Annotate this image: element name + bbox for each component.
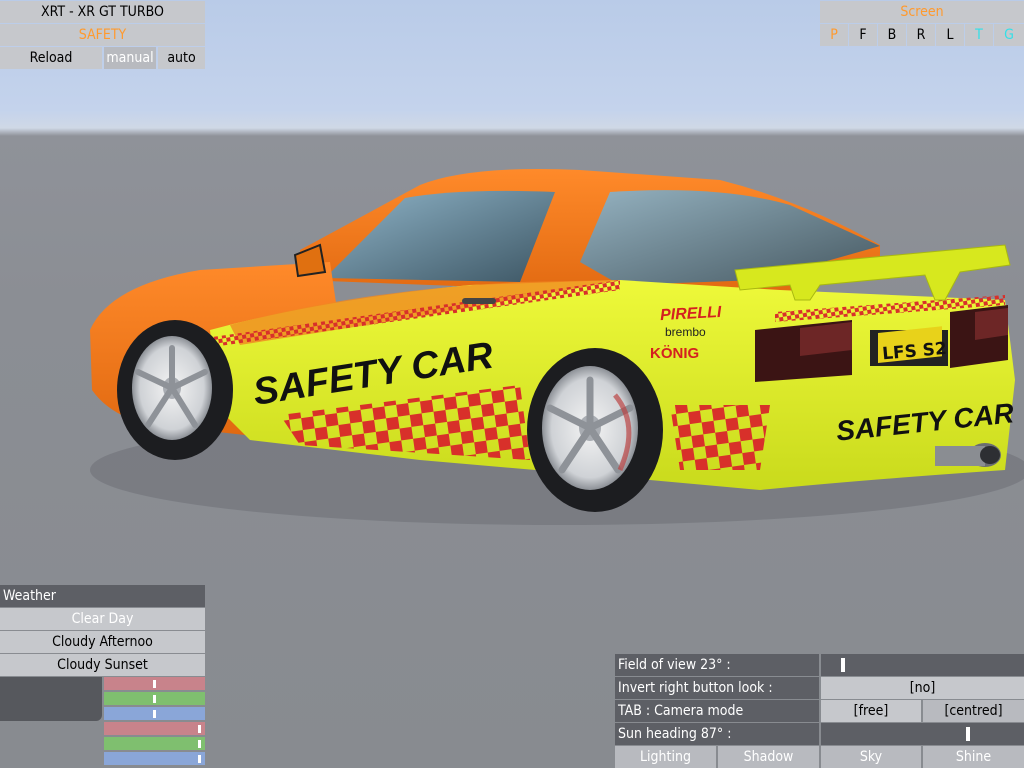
weather-option-clear-day[interactable]: Clear Day bbox=[0, 608, 205, 630]
tab-shine[interactable]: Shine bbox=[923, 746, 1024, 768]
weather-green-slider-knob[interactable] bbox=[198, 740, 201, 748]
tab-sky[interactable]: Sky bbox=[821, 746, 921, 768]
screen-button-l[interactable]: L bbox=[936, 24, 964, 46]
weather-green-slider-knob[interactable] bbox=[153, 695, 156, 703]
screen-button-g[interactable]: G bbox=[994, 24, 1024, 46]
car-panel: XRT - XR GT TURBO SAFETY Reload manual a… bbox=[0, 0, 205, 70]
sponsor-konig: KÖNIG bbox=[650, 345, 699, 362]
weather-red-slider-knob[interactable] bbox=[153, 680, 156, 688]
sun-heading-slider-knob[interactable] bbox=[966, 727, 970, 741]
sponsor-pirelli: PIRELLI bbox=[660, 304, 723, 324]
weather-color-swatch bbox=[0, 677, 102, 721]
weather-red-slider[interactable] bbox=[104, 677, 205, 690]
invert-look-label: Invert right button look : bbox=[615, 677, 819, 699]
fov-slider-knob[interactable] bbox=[841, 658, 845, 672]
screen-button-p[interactable]: P bbox=[820, 24, 848, 46]
tab-lighting[interactable]: Lighting bbox=[615, 746, 716, 768]
screen-panel: Screen P F B R L T G bbox=[820, 0, 1024, 46]
fov-label: Field of view 23° : bbox=[615, 654, 819, 676]
weather-blue-slider[interactable] bbox=[104, 752, 205, 765]
auto-button[interactable]: auto bbox=[158, 47, 205, 69]
sun-heading-slider[interactable] bbox=[821, 723, 1024, 745]
weather-blue-slider-knob[interactable] bbox=[153, 710, 156, 718]
weather-red-slider-knob[interactable] bbox=[198, 725, 201, 733]
fov-slider[interactable] bbox=[821, 654, 1024, 676]
side-mirror bbox=[293, 243, 327, 278]
weather-option-cloudy-afternoon[interactable]: Cloudy Afternoo bbox=[0, 631, 205, 653]
screen-button-f[interactable]: F bbox=[849, 24, 877, 46]
weather-title: Weather bbox=[0, 585, 205, 607]
car-model-name: XRT - XR GT TURBO bbox=[0, 1, 205, 23]
sponsor-brembo: brembo bbox=[665, 325, 706, 339]
camera-mode-label: TAB : Camera mode bbox=[615, 700, 819, 722]
camera-mode-free[interactable]: [free] bbox=[821, 700, 921, 722]
car-skin-name[interactable]: SAFETY bbox=[0, 24, 205, 46]
weather-option-cloudy-sunset[interactable]: Cloudy Sunset bbox=[0, 654, 205, 676]
screen-button-b[interactable]: B bbox=[878, 24, 906, 46]
sun-heading-label: Sun heading 87° : bbox=[615, 723, 819, 745]
weather-blue-slider-knob[interactable] bbox=[198, 755, 201, 763]
screen-button-r[interactable]: R bbox=[907, 24, 935, 46]
screen-button-t[interactable]: T bbox=[965, 24, 993, 46]
weather-blue-slider[interactable] bbox=[104, 707, 205, 720]
view-panel: Field of view 23° : Invert right button … bbox=[615, 654, 1024, 768]
invert-look-toggle[interactable]: [no] bbox=[821, 677, 1024, 699]
manual-button[interactable]: manual bbox=[104, 47, 156, 69]
weather-green-slider[interactable] bbox=[104, 737, 205, 750]
tab-shadow[interactable]: Shadow bbox=[718, 746, 819, 768]
reload-button[interactable]: Reload bbox=[0, 47, 102, 69]
checker-panel-rear bbox=[670, 405, 770, 470]
rear-wheel bbox=[527, 348, 663, 512]
camera-mode-centred[interactable]: [centred] bbox=[923, 700, 1024, 722]
screen-title: Screen bbox=[820, 1, 1024, 23]
weather-green-slider[interactable] bbox=[104, 692, 205, 705]
front-wheel bbox=[117, 320, 233, 460]
weather-sliders bbox=[104, 677, 205, 768]
weather-panel: Weather Clear Day Cloudy Afternoo Cloudy… bbox=[0, 585, 205, 768]
weather-red-slider[interactable] bbox=[104, 722, 205, 735]
